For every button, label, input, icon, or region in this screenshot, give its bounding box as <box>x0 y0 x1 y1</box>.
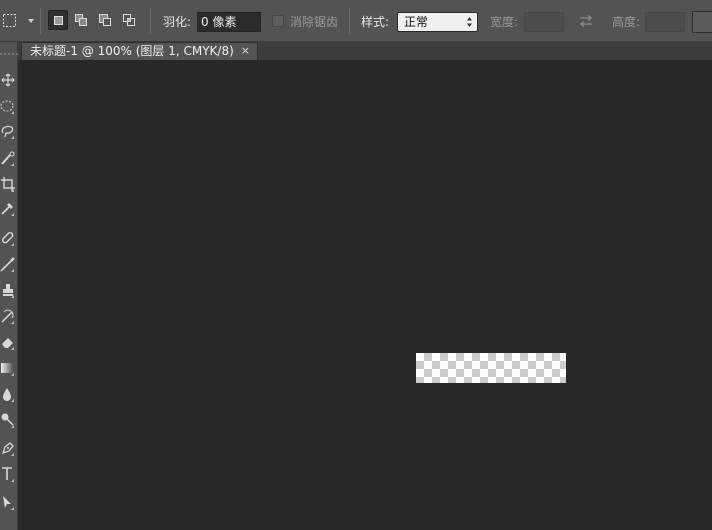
add-to-selection-button[interactable] <box>71 10 91 30</box>
canvas-workspace[interactable] <box>18 60 712 530</box>
move-icon[interactable] <box>0 72 16 88</box>
healing-brush-icon[interactable] <box>0 230 16 246</box>
options-bar: 羽化: 0 像素 消除锯齿 样式: 正常 宽度: 高度: <box>0 0 712 42</box>
new-selection-icon <box>54 16 63 25</box>
divider <box>40 8 41 34</box>
style-select[interactable]: 正常 <box>397 12 478 32</box>
type-icon[interactable] <box>0 466 16 482</box>
transparent-canvas[interactable] <box>416 353 566 383</box>
brush-icon[interactable] <box>0 256 16 272</box>
tools-panel <box>0 42 18 530</box>
pen-icon[interactable] <box>0 440 16 456</box>
feather-input[interactable]: 0 像素 <box>197 12 261 32</box>
height-label: 高度: <box>612 15 641 29</box>
select-arrows-icon <box>467 17 472 27</box>
close-icon[interactable]: × <box>241 43 250 59</box>
divider <box>150 8 151 34</box>
clone-stamp-icon[interactable] <box>0 282 16 298</box>
panel-grip[interactable] <box>0 53 18 57</box>
blur-icon[interactable] <box>0 386 16 402</box>
feather-label: 羽化: <box>163 15 192 29</box>
lasso-icon[interactable] <box>0 123 16 139</box>
divider <box>349 8 350 34</box>
intersect-with-selection-icon <box>123 14 135 26</box>
antialias-checkbox[interactable] <box>272 15 284 27</box>
rect-marquee-tool-icon[interactable] <box>0 98 16 114</box>
dodge-icon[interactable] <box>0 412 16 428</box>
document-tab-bar: 未标题-1 @ 100% (图层 1, CMYK/8) × <box>18 42 712 60</box>
crop-icon[interactable] <box>0 176 16 192</box>
tool-preset-dropdown-icon[interactable] <box>28 19 34 23</box>
subtract-from-selection-button[interactable] <box>95 10 115 30</box>
subtract-from-selection-icon <box>99 14 111 26</box>
antialias-label: 消除锯齿 <box>290 15 339 29</box>
new-selection-button[interactable] <box>48 10 68 30</box>
rect-marquee-icon[interactable] <box>2 13 17 28</box>
gradient-icon[interactable] <box>0 360 16 376</box>
path-select-icon[interactable] <box>0 494 16 510</box>
width-label: 宽度: <box>490 15 519 29</box>
refine-edge-button[interactable] <box>692 11 712 33</box>
history-brush-icon[interactable] <box>0 308 16 324</box>
document-tab[interactable]: 未标题-1 @ 100% (图层 1, CMYK/8) × <box>21 42 258 60</box>
swap-width-height-icon[interactable] <box>578 14 594 28</box>
width-input[interactable] <box>524 12 564 32</box>
style-select-value: 正常 <box>404 15 429 29</box>
eraser-icon[interactable] <box>0 334 16 350</box>
height-input[interactable] <box>645 12 685 32</box>
eyedropper-icon[interactable] <box>0 200 16 216</box>
add-to-selection-icon <box>75 14 87 26</box>
quick-select-icon[interactable] <box>0 150 16 166</box>
style-label: 样式: <box>361 15 390 29</box>
document-tab-title: 未标题-1 @ 100% (图层 1, CMYK/8) <box>30 44 234 58</box>
intersect-with-selection-button[interactable] <box>119 10 139 30</box>
